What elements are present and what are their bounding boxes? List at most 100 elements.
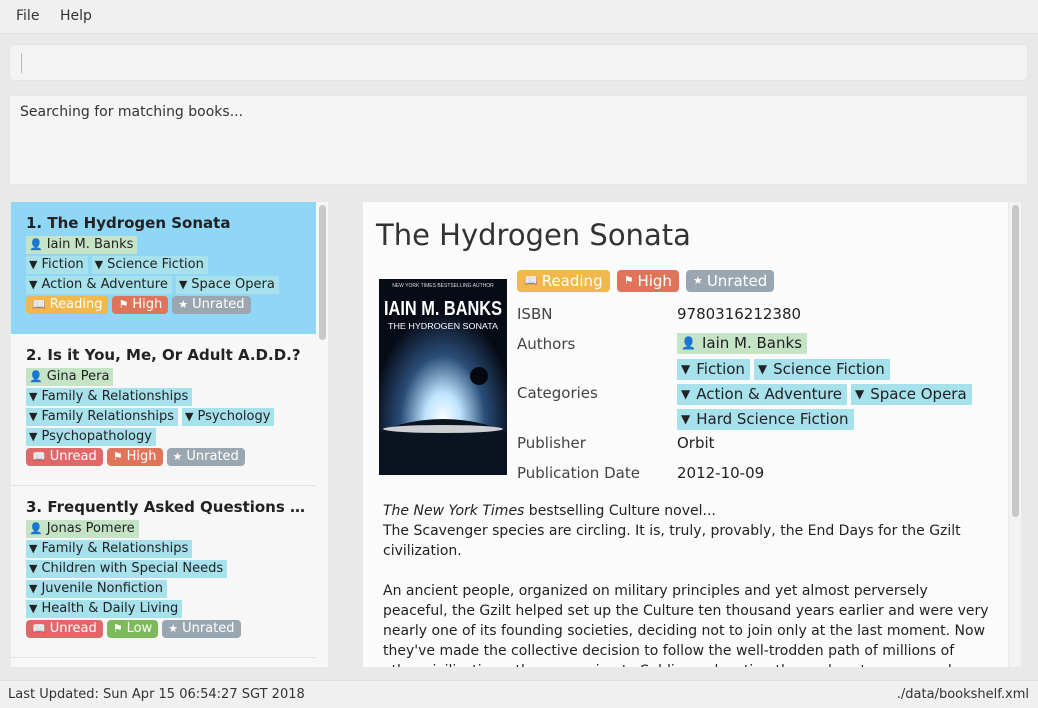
category-tag: ▼ Family & Relationships — [26, 540, 193, 558]
tag-icon: ▼ — [94, 258, 104, 271]
pubdate-label: Publication Date — [517, 464, 640, 482]
text-caret — [21, 53, 22, 73]
tag-icon: ▼ — [29, 258, 38, 271]
book-title: 2. Is it You, Me, Or Adult A.D.D.? — [26, 346, 301, 364]
category-tag: ▼ Fiction — [26, 256, 88, 274]
category-tag: ▼ Space Opera — [175, 276, 279, 294]
result-text: Searching for matching books... — [20, 104, 244, 120]
tag-icon: ▼ — [681, 412, 691, 426]
tag-icon: ▼ — [178, 278, 188, 291]
author-tag: 👤 Iain M. Banks — [26, 236, 138, 254]
tag-icon: ▼ — [757, 362, 768, 376]
file-path-text: ./data/bookshelf.xml — [896, 687, 1029, 702]
tag-icon: ▼ — [29, 582, 38, 595]
category-tag: ▼ Health & Daily Living — [26, 600, 183, 618]
person-icon: 👤 — [29, 238, 43, 251]
description-italic: The New York Times — [383, 503, 525, 519]
detail-title: The Hydrogen Sonata — [376, 218, 691, 252]
category-tag: ▼ Family & Relationships — [26, 388, 193, 406]
book-card[interactable]: 3. Frequently Asked Questions about... 👤… — [11, 486, 316, 658]
flag-icon: ⚑ — [118, 298, 129, 311]
detail-rating-badge: ★ Unrated — [685, 270, 775, 292]
detail-category-tag: ▼ Fiction — [677, 359, 750, 380]
book-card[interactable]: 1. The Hydrogen Sonata 👤 Iain M. Banks ▼ F… — [11, 202, 316, 334]
tag-icon: ▼ — [681, 362, 691, 376]
category-tag: ▼ Family Relationships — [26, 408, 179, 426]
category-tag: ▼ Action & Adventure — [26, 276, 172, 294]
menu-file[interactable]: File — [16, 8, 39, 24]
detail-category-tag: ▼ Science Fiction — [753, 359, 890, 380]
detail-priority-badge: ⚑ High — [616, 270, 679, 292]
detail-author-tag: 👤 Iain M. Banks — [677, 333, 807, 354]
status-badge: 📖 Unread — [26, 620, 103, 638]
publisher-label: Publisher — [517, 434, 586, 452]
book-card[interactable]: 2. Is it You, Me, Or Adult A.D.D.? 👤 Gina… — [11, 334, 316, 486]
status-badge: 📖 Unread — [26, 448, 103, 466]
flag-icon: ⚑ — [112, 622, 123, 635]
tag-icon: ▼ — [681, 387, 691, 401]
category-tag: ▼ Psychopathology — [26, 428, 156, 446]
book-title: 3. Frequently Asked Questions about... — [26, 498, 311, 516]
category-tag: ▼ Science Fiction — [91, 256, 208, 274]
tag-icon: ▼ — [29, 278, 38, 291]
star-icon: ★ — [692, 274, 703, 287]
menu-bar: File Help — [0, 0, 1038, 34]
author-tag: 👤 Gina Pera — [26, 368, 114, 386]
tag-icon: ▼ — [855, 387, 865, 401]
priority-badge: ⚑ Low — [106, 620, 159, 638]
author-tag: 👤 Jonas Pomere — [26, 520, 139, 538]
tag-icon: ▼ — [29, 602, 38, 615]
person-icon: 👤 — [29, 370, 43, 383]
authors-label: Authors — [517, 335, 576, 353]
flag-icon: ⚑ — [112, 450, 123, 463]
tag-icon: ▼ — [29, 542, 38, 555]
tag-icon: ▼ — [29, 430, 38, 443]
priority-badge: ⚑ High — [112, 296, 169, 314]
command-input[interactable] — [9, 44, 1028, 81]
tag-icon: ▼ — [185, 410, 194, 423]
star-icon: ★ — [178, 298, 189, 311]
detail-category-tag: ▼ Space Opera — [851, 384, 972, 405]
categories-label: Categories — [517, 384, 598, 402]
status-badge: 📖 Reading — [26, 296, 109, 314]
tag-icon: ▼ — [29, 562, 38, 575]
priority-badge: ⚑ High — [106, 448, 163, 466]
category-tag: ▼ Children with Special Needs — [26, 560, 228, 578]
svg-text:IAIN M. BANKS: IAIN M. BANKS — [384, 298, 502, 320]
isbn-value: 9780316212380 — [677, 305, 802, 323]
star-icon: ★ — [168, 622, 179, 635]
menu-help[interactable]: Help — [60, 8, 92, 24]
pubdate-value: 2012-10-09 — [677, 464, 765, 482]
isbn-label: ISBN — [517, 305, 553, 323]
book-title: 1. The Hydrogen Sonata — [26, 214, 231, 232]
tag-icon: ▼ — [29, 410, 38, 423]
category-tag: ▼ Psychology — [182, 408, 275, 426]
rating-badge: ★ Unrated — [166, 448, 245, 466]
detail-category-tag: ▼ Action & Adventure — [677, 384, 848, 405]
rating-badge: ★ Unrated — [162, 620, 241, 638]
tag-icon: ▼ — [29, 390, 38, 403]
flag-icon: ⚑ — [623, 274, 634, 287]
book-details-panel: The Hydrogen Sonata NEW YORK TIMES BESTS… — [363, 202, 1008, 667]
book-list[interactable]: 1. The Hydrogen Sonata 👤 Iain M. Banks ▼ F… — [11, 202, 327, 667]
book-icon: 📖 — [524, 274, 538, 287]
book-description: The New York Times bestselling Culture n… — [383, 501, 993, 667]
book-closed-icon: 📖 — [32, 622, 46, 635]
person-icon: 👤 — [681, 336, 696, 350]
person-icon: 👤 — [29, 522, 43, 535]
result-display: Searching for matching books... — [9, 95, 1028, 185]
description-paragraph: An ancient people, organized on military… — [383, 583, 989, 667]
svg-text:THE HYDROGEN SONATA: THE HYDROGEN SONATA — [388, 322, 499, 331]
rating-badge: ★ Unrated — [172, 296, 251, 314]
star-icon: ★ — [172, 450, 183, 463]
book-icon: 📖 — [32, 298, 46, 311]
detail-category-tag: ▼ Hard Science Fiction — [677, 409, 854, 430]
last-updated-text: Last Updated: Sun Apr 15 06:54:27 SGT 20… — [8, 687, 305, 702]
detail-status-badge: 📖 Reading — [517, 270, 610, 292]
list-scrollbar-thumb[interactable] — [319, 205, 326, 340]
status-bar: Last Updated: Sun Apr 15 06:54:27 SGT 20… — [0, 680, 1038, 708]
detail-scrollbar-thumb[interactable] — [1012, 205, 1019, 517]
publisher-value: Orbit — [677, 434, 715, 452]
svg-text:NEW YORK TIMES BESTSELLING AUT: NEW YORK TIMES BESTSELLING AUTHOR — [392, 283, 494, 289]
book-closed-icon: 📖 — [32, 450, 46, 463]
